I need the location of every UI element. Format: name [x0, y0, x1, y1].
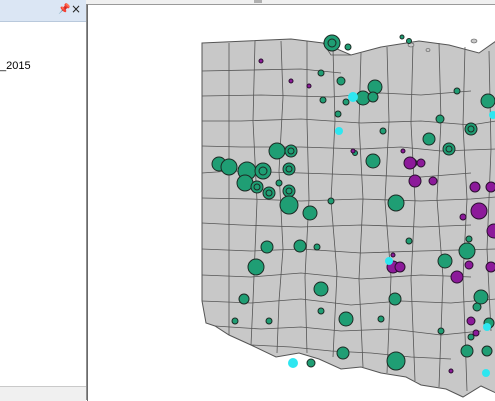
ohio-county-map[interactable]	[88, 5, 495, 401]
table-of-contents-panel: 📌 × _2015	[0, 0, 87, 401]
splitter-grip[interactable]	[254, 0, 262, 3]
toc-bottom-bar	[0, 386, 86, 401]
close-icon[interactable]: ×	[71, 3, 82, 16]
layer-label[interactable]: _2015	[0, 60, 31, 72]
pin-icon[interactable]: 📌	[58, 4, 70, 16]
map-view[interactable]	[87, 4, 495, 401]
toc-header: 📌 ×	[0, 0, 86, 22]
